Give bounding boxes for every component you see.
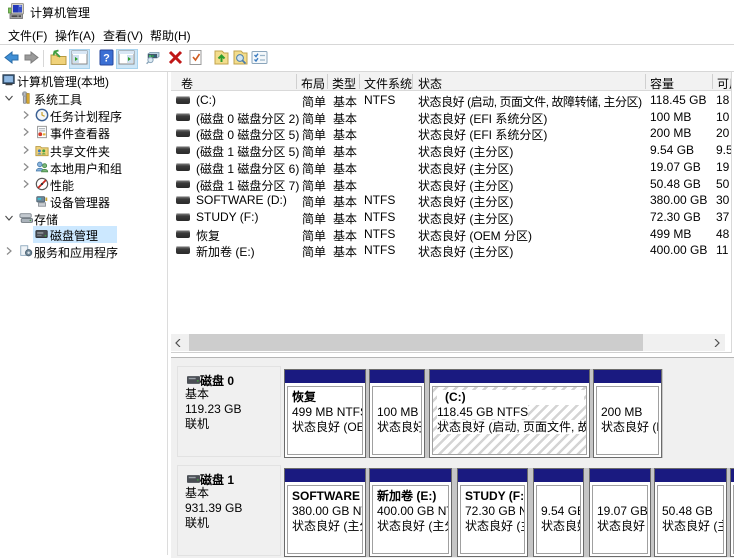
svg-text:?: ? — [103, 53, 110, 65]
